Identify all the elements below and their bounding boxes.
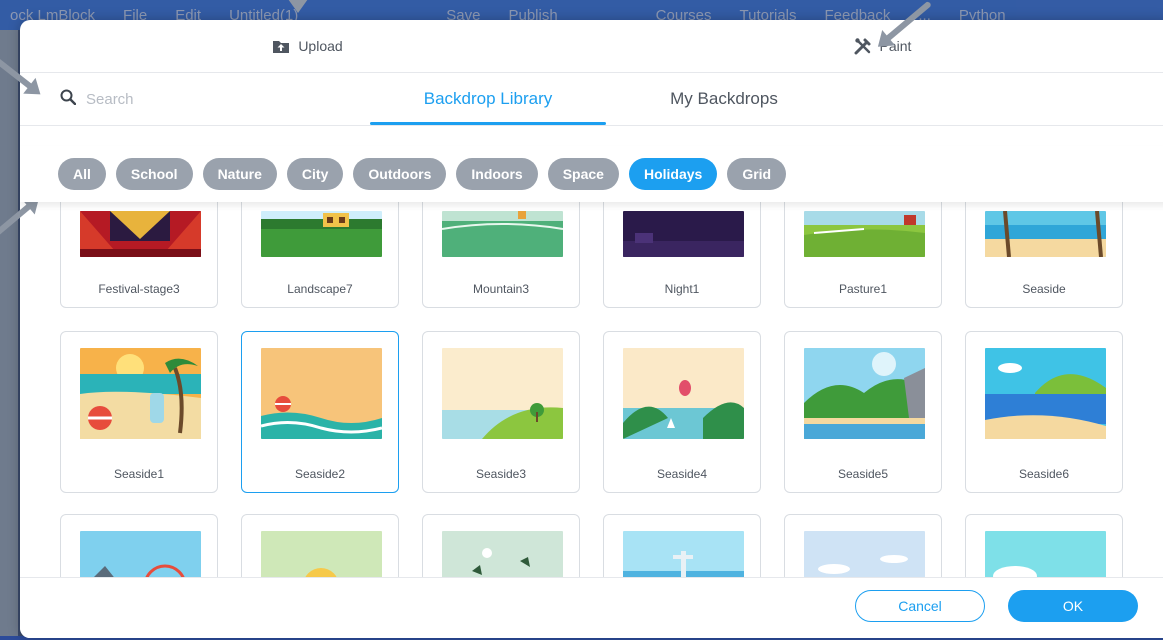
backdrop-name: Mountain3 <box>472 282 530 296</box>
search-box <box>60 73 280 125</box>
paint-tools-icon <box>854 37 872 55</box>
backdrop-card[interactable] <box>784 514 942 578</box>
backdrop-thumbnail <box>623 348 744 439</box>
category-grid[interactable]: Grid <box>727 158 787 190</box>
backdrop-card[interactable]: Seaside3 <box>422 331 580 493</box>
tab-backdrop-library[interactable]: Backdrop Library <box>370 73 606 125</box>
dialog-top-actions: Upload Paint <box>20 20 1163 73</box>
backdrop-thumbnail <box>80 211 201 257</box>
backdrop-name: Seaside2 <box>294 467 346 481</box>
backdrop-name: Night1 <box>664 282 700 296</box>
backdrop-card[interactable] <box>60 514 218 578</box>
backdrop-name: Seaside3 <box>475 467 527 481</box>
backdrop-thumbnail <box>985 531 1106 578</box>
backdrop-thumbnail <box>261 348 382 439</box>
backdrop-thumbnail <box>804 348 925 439</box>
backdrop-thumbnail <box>804 531 925 578</box>
backdrop-thumbnail <box>985 211 1106 257</box>
category-holidays[interactable]: Holidays <box>628 158 718 190</box>
backdrop-card-selected[interactable]: Seaside2 <box>241 331 399 493</box>
category-nature[interactable]: Nature <box>202 158 277 190</box>
library-tabs: Backdrop Library My Backdrops <box>370 73 842 125</box>
backdrop-thumbnail <box>623 211 744 257</box>
backdrop-name: Festival-stage3 <box>98 282 180 296</box>
category-indoors[interactable]: Indoors <box>456 158 538 190</box>
backdrop-thumbnail <box>80 348 201 439</box>
upload-button[interactable]: Upload <box>20 20 595 72</box>
backdrop-grid: Festival-stage3 Landscape7 Mountain3 Nig… <box>20 146 1163 578</box>
backdrop-name: Seaside <box>1022 282 1066 296</box>
backdrop-name: Seaside4 <box>656 467 708 481</box>
backdrop-thumbnail <box>623 531 744 578</box>
tab-my-backdrops[interactable]: My Backdrops <box>606 73 842 125</box>
backdrop-name: Landscape7 <box>287 282 353 296</box>
backdrop-card[interactable]: Seaside4 <box>603 331 761 493</box>
background-left-panel <box>0 30 18 640</box>
upload-folder-icon <box>272 37 290 55</box>
backdrop-name: Seaside6 <box>1018 467 1070 481</box>
category-outdoors[interactable]: Outdoors <box>353 158 447 190</box>
backdrop-thumbnail <box>442 531 563 578</box>
backdrop-name: Pasture1 <box>838 282 888 296</box>
search-icon <box>60 89 77 110</box>
backdrop-card[interactable]: Seaside6 <box>965 331 1123 493</box>
category-space[interactable]: Space <box>547 158 619 190</box>
backdrop-card[interactable] <box>241 514 399 578</box>
backdrop-name: Seaside1 <box>113 467 165 481</box>
category-filter-bar: All School Nature City Outdoors Indoors … <box>20 146 1163 202</box>
backdrop-thumbnail <box>442 211 563 257</box>
backdrop-library-dialog: Upload Paint Backdrop Library My Backdro… <box>20 20 1163 638</box>
cancel-button[interactable]: Cancel <box>855 590 985 622</box>
backdrop-card[interactable] <box>603 514 761 578</box>
backdrop-thumbnail <box>261 531 382 578</box>
backdrop-thumbnail <box>804 211 925 257</box>
search-input[interactable] <box>84 89 268 109</box>
backdrop-thumbnail <box>985 348 1106 439</box>
backdrop-card[interactable] <box>965 514 1123 578</box>
backdrop-card[interactable] <box>422 514 580 578</box>
backdrop-thumbnail <box>261 211 382 257</box>
ok-button[interactable]: OK <box>1008 590 1138 622</box>
dialog-footer: Cancel OK <box>20 577 1163 638</box>
category-all[interactable]: All <box>58 158 106 190</box>
pointer-arrow-upload <box>295 0 301 9</box>
backdrop-name: Seaside5 <box>837 467 889 481</box>
backdrop-thumbnail <box>80 531 201 578</box>
search-and-tabs-row: Backdrop Library My Backdrops <box>20 73 1163 126</box>
backdrop-thumbnail <box>442 348 563 439</box>
category-school[interactable]: School <box>115 158 193 190</box>
category-city[interactable]: City <box>286 158 344 190</box>
upload-label: Upload <box>298 38 343 54</box>
backdrop-card[interactable]: Seaside1 <box>60 331 218 493</box>
backdrop-card[interactable]: Seaside5 <box>784 331 942 493</box>
